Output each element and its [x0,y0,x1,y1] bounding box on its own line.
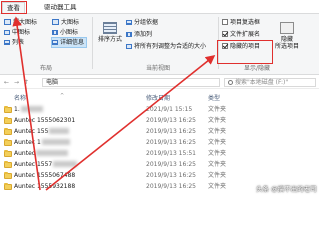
list-icon [4,40,10,45]
file-date: 2019/9/13 16:25 [146,139,196,146]
file-date: 2019/9/13 16:25 [146,117,196,124]
file-extensions-toggle[interactable]: 文件扩展名 [222,30,260,39]
layout-details[interactable]: 详细信息 [50,37,88,48]
medium-icons-icon [4,30,10,35]
layout-group-label: 布局 [40,65,53,72]
hide-icon [280,22,294,34]
file-name: Auntec 155 [14,128,49,135]
column-header-row: ^ 名称 修改日期 类型 [0,92,319,102]
file-name: Auntec 1555067488 [14,172,76,179]
file-type: 文件夹 [208,106,227,113]
sort-caret-icon: ^ [60,93,65,99]
list-item[interactable]: 1. 2021/9/1 15:15 文件夹 [0,104,319,115]
ribbon-tab-bar: 查看 驱动器工具 [0,0,319,14]
add-columns-button[interactable]: 添加列 [126,30,152,39]
file-name: 1. [14,106,20,113]
folder-icon [4,117,12,124]
file-date: 2019/9/13 15:51 [146,150,196,157]
column-name-header[interactable]: 名称 [14,93,26,102]
list-item[interactable]: Auntec 155 2019/9/13 16:25 文件夹 [0,126,319,137]
folder-icon [4,139,12,146]
file-date: 2021/9/1 15:15 [146,106,193,113]
list-item[interactable]: Auntec 1557 2019/9/13 16:25 文件夹 [0,159,319,170]
up-arrow-icon[interactable]: ↑ [24,79,29,86]
column-type-header[interactable]: 类型 [208,93,220,102]
group-by-icon [126,20,132,25]
small-icons-icon [52,30,58,35]
details-icon [52,40,58,45]
file-type: 文件夹 [208,139,227,146]
list-item[interactable]: Auntec 2019/9/13 15:51 文件夹 [0,148,319,159]
show-hide-group-label: 显示/隐藏 [244,65,271,72]
list-item[interactable]: Auntec 1555062301 2019/9/13 16:25 文件夹 [0,115,319,126]
highlight-view-tab [1,1,27,14]
file-name: Auntec 1555932188 [14,183,76,190]
item-checkboxes-toggle[interactable]: 项目复选框 [222,18,260,27]
layout-medium-icons[interactable]: 中图标 [4,28,30,37]
back-arrow-icon[interactable]: ← [4,79,9,86]
folder-icon [4,150,12,157]
search-icon [228,80,233,85]
file-type: 文件夹 [208,117,227,124]
file-name: Auntec [14,150,36,157]
folder-icon [4,183,12,190]
layout-small-icons[interactable]: 小图标 [52,28,78,37]
layout-list[interactable]: 列表 [4,38,24,47]
file-type: 文件夹 [208,150,227,157]
large-icons-icon [4,19,11,25]
file-date: 2019/9/13 16:25 [146,183,196,190]
address-field[interactable]: 电脑 [42,78,220,87]
fit-columns-button[interactable]: 将所有列调整为合适的大小 [126,42,206,51]
search-input[interactable]: 搜索"本地磁盘 (F:)" [224,78,316,87]
group-by-button[interactable]: 分组依据 [126,18,158,27]
file-date: 2019/9/13 16:25 [146,161,196,168]
file-type: 文件夹 [208,183,227,190]
current-view-group-label: 当前视图 [146,65,171,72]
list-item[interactable]: Auntec 1 2019/9/13 16:25 文件夹 [0,137,319,148]
file-type: 文件夹 [208,128,227,135]
tab-drive-tools[interactable]: 驱动器工具 [40,2,81,13]
file-name: Auntec 1 [14,139,41,146]
list-item[interactable]: Auntec 1555067488 2019/9/13 16:25 文件夹 [0,170,319,181]
highlight-hidden-items [217,40,273,64]
breadcrumb: 电脑 [46,79,59,86]
layout-extra-large-icons[interactable]: 超大图标 [4,18,37,27]
file-name: Auntec 1555062301 [14,117,76,124]
item-checkboxes-checkbox[interactable] [222,19,228,25]
file-extensions-checkbox[interactable] [222,31,228,37]
file-name: Auntec 1557 [14,161,53,168]
forward-arrow-icon[interactable]: → [14,79,19,86]
ribbon-separator [92,17,93,69]
address-bar-row: ← → ↑ 电脑 搜索"本地磁盘 (F:)" [0,76,319,89]
fit-columns-icon [126,44,132,49]
folder-icon [4,106,12,113]
folder-icon [4,172,12,179]
folder-icon [4,161,12,168]
file-date: 2019/9/13 16:25 [146,128,196,135]
folder-icon [4,128,12,135]
add-columns-icon [126,32,132,37]
file-type: 文件夹 [208,172,227,179]
watermark-text: 头条 @搞不出的老司 [256,185,317,193]
layout-large-icons[interactable]: 大图标 [52,18,79,27]
sort-by-button[interactable]: 排序方式 [96,22,124,43]
big-icons-icon [52,19,59,25]
hide-selected-button[interactable]: 隐藏 所选项目 [272,22,302,50]
file-date: 2019/9/13 16:25 [146,172,196,179]
file-type: 文件夹 [208,161,227,168]
column-date-header[interactable]: 修改日期 [146,93,170,102]
sort-icon [103,22,117,34]
